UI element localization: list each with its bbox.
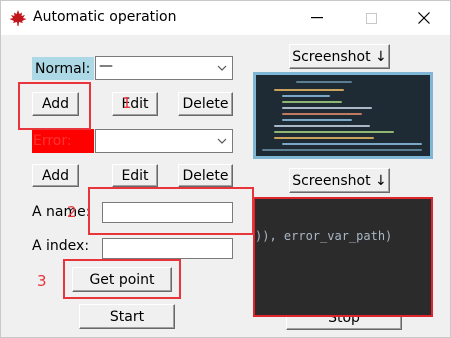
annotation-number-2: 2 xyxy=(67,203,77,221)
error-combo[interactable] xyxy=(95,129,233,153)
name-field[interactable] xyxy=(102,202,233,223)
code-line xyxy=(282,113,362,115)
code-line xyxy=(282,101,342,103)
app-window: Automatic operation Normal: — Add Edit D… xyxy=(0,0,451,338)
code-line xyxy=(282,143,422,145)
normal-label: Normal: xyxy=(32,57,94,80)
screenshot-top-button[interactable]: Screenshot ↓ xyxy=(289,44,390,69)
error-delete-button[interactable]: Delete xyxy=(178,164,233,187)
code-line xyxy=(274,131,394,133)
minimize-button[interactable] xyxy=(294,1,340,35)
maple-leaf-icon xyxy=(9,10,27,26)
code-line xyxy=(274,125,370,127)
maximize-button[interactable] xyxy=(348,1,394,35)
code-line xyxy=(282,107,372,109)
get-point-button[interactable]: Get point xyxy=(72,267,172,292)
close-button[interactable] xyxy=(401,1,447,35)
error-label: Error: xyxy=(32,129,94,153)
name-label: A name: xyxy=(32,204,91,220)
chevron-down-icon xyxy=(217,65,227,71)
code-line xyxy=(296,81,352,83)
annotation-number-1: 1 xyxy=(122,94,132,112)
normal-combo-value: — xyxy=(99,58,113,74)
minimize-icon xyxy=(311,17,323,19)
index-label: A index: xyxy=(32,238,90,254)
screenshot-bottom-button[interactable]: Screenshot ↓ xyxy=(289,168,390,193)
start-button[interactable]: Start xyxy=(79,304,175,329)
code-line xyxy=(274,137,374,139)
title-bar: Automatic operation xyxy=(1,1,450,35)
normal-preview-image xyxy=(253,72,433,159)
error-edit-button[interactable]: Edit xyxy=(112,164,158,187)
maximize-icon xyxy=(365,12,377,24)
normal-delete-button[interactable]: Delete xyxy=(178,92,233,116)
code-line xyxy=(282,119,352,121)
normal-add-button[interactable]: Add xyxy=(32,92,79,116)
chevron-down-icon xyxy=(217,138,227,144)
preview-code-text: )), error_var_path) xyxy=(255,229,393,243)
normal-edit-button[interactable]: Edit xyxy=(112,92,158,116)
code-line xyxy=(274,89,344,91)
code-line xyxy=(262,149,422,151)
window-title: Automatic operation xyxy=(33,9,177,25)
index-field[interactable] xyxy=(102,238,233,259)
code-line xyxy=(282,95,330,97)
error-preview-image: )), error_var_path) xyxy=(253,197,433,317)
annotation-number-3: 3 xyxy=(37,272,47,290)
error-add-button[interactable]: Add xyxy=(32,164,79,187)
normal-combo[interactable]: — xyxy=(95,56,233,80)
close-icon xyxy=(418,12,430,24)
